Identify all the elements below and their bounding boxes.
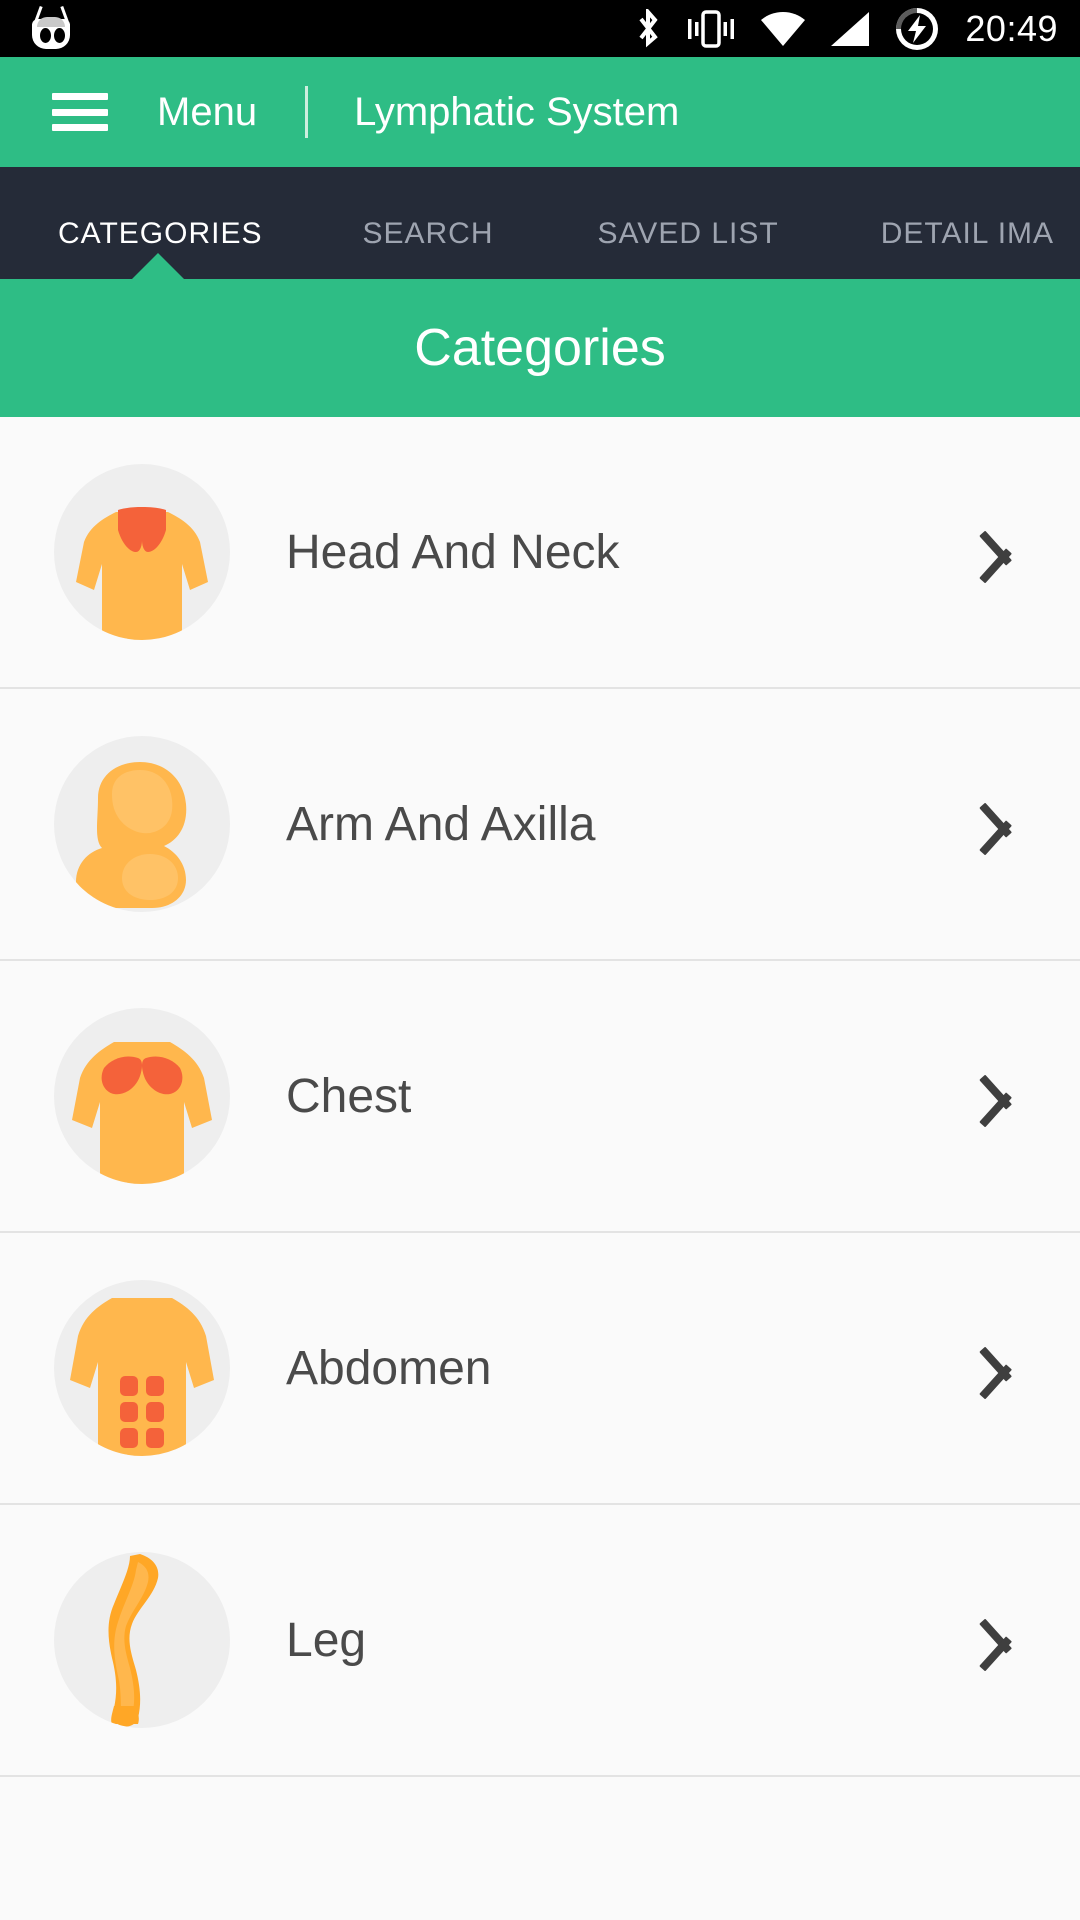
bluetooth-icon (635, 8, 661, 49)
chevron-right-icon[interactable] (979, 520, 1032, 584)
battery-charging-icon (895, 7, 939, 51)
chevron-right-icon[interactable] (979, 1608, 1032, 1672)
status-bar: 20:49 (0, 0, 1080, 57)
categories-list: Head And Neck Arm And Axilla Chest Abdom… (0, 417, 1080, 1777)
menu-button-label[interactable]: Menu (157, 90, 257, 135)
tab-search[interactable]: SEARCH (362, 217, 493, 279)
cyanogenmod-logo-icon (28, 5, 74, 49)
leg-icon (54, 1552, 230, 1728)
active-tab-indicator (132, 253, 184, 279)
app-bar: Menu Lymphatic System (0, 57, 1080, 167)
chevron-right-icon[interactable] (979, 1064, 1032, 1128)
page-title: Lymphatic System (354, 89, 680, 134)
cellular-signal-icon (831, 11, 870, 46)
list-item-label: Leg (286, 1613, 367, 1667)
list-item[interactable]: Leg (0, 1505, 1080, 1777)
list-item[interactable]: Arm And Axilla (0, 689, 1080, 961)
status-icons: 20:49 (609, 0, 1080, 57)
list-item[interactable]: Abdomen (0, 1233, 1080, 1505)
hamburger-menu-icon[interactable] (52, 93, 108, 131)
section-header: Categories (0, 279, 1080, 417)
list-item[interactable]: Chest (0, 961, 1080, 1233)
list-item-label: Abdomen (286, 1341, 492, 1395)
list-item-label: Head And Neck (286, 525, 620, 579)
torso-neck-icon (54, 464, 230, 640)
wifi-icon (761, 11, 806, 46)
torso-abs-icon (54, 1280, 230, 1456)
appbar-divider (305, 86, 309, 138)
chevron-right-icon[interactable] (979, 792, 1032, 856)
flexed-arm-icon (54, 736, 230, 912)
list-item-label: Arm And Axilla (286, 797, 596, 851)
chevron-right-icon[interactable] (979, 1336, 1032, 1400)
tab-saved-list[interactable]: SAVED LIST (598, 217, 779, 279)
vibrate-icon (687, 9, 735, 48)
list-item-label: Chest (286, 1069, 412, 1123)
tab-detail-image[interactable]: DETAIL IMA (881, 217, 1054, 279)
torso-chest-icon (54, 1008, 230, 1184)
tab-bar: CATEGORIES SEARCH SAVED LIST DETAIL IMA (0, 167, 1080, 279)
list-item[interactable]: Head And Neck (0, 417, 1080, 689)
status-clock: 20:49 (965, 7, 1058, 49)
section-header-title: Categories (414, 319, 666, 377)
